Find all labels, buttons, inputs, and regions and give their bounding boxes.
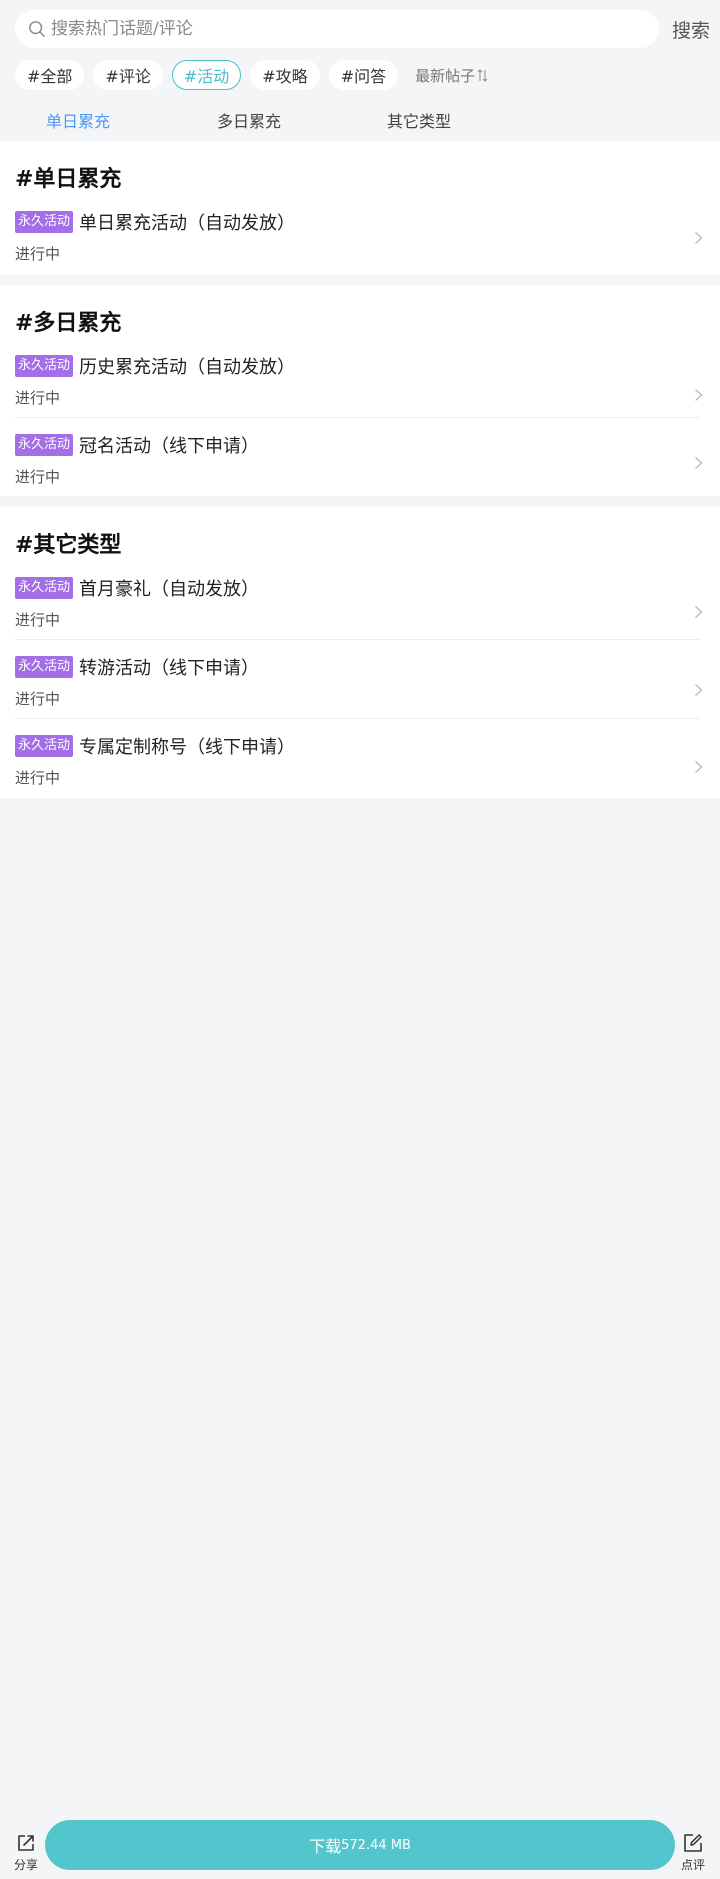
chevron-right-icon — [695, 683, 703, 697]
sort-arrows-icon — [477, 68, 488, 82]
item-title: 首月豪礼（自动发放） — [79, 579, 260, 600]
permanent-badge: 永久活动 — [15, 656, 74, 678]
section-title: #其它类型 — [15, 533, 122, 558]
item-status: 进行中 — [15, 245, 61, 263]
permanent-badge: 永久活动 — [15, 211, 74, 233]
permanent-badge: 永久活动 — [15, 735, 74, 757]
permanent-badge: 永久活动 — [15, 355, 74, 377]
divider — [15, 639, 700, 640]
category-tabs: 单日累充 多日累充 其它类型 — [0, 108, 720, 134]
item-title: 历史累充活动（自动发放） — [79, 357, 296, 378]
section-single-day: #单日累充 永久活动 单日累充活动（自动发放） 进行中 — [0, 141, 720, 275]
item-status: 进行中 — [15, 389, 61, 407]
search-input[interactable] — [51, 19, 631, 39]
share-icon — [18, 1835, 34, 1851]
item-title: 冠名活动（线下申请） — [79, 436, 260, 457]
chevron-right-icon — [695, 231, 703, 245]
share-button[interactable]: 分享 — [6, 1832, 46, 1873]
tag-comments[interactable]: #评论 — [93, 60, 163, 90]
item-status: 进行中 — [15, 769, 61, 787]
item-status: 进行中 — [15, 690, 61, 708]
list-item[interactable]: 永久活动 专属定制称号（线下申请） 进行中 — [0, 727, 720, 797]
tab-multi-day[interactable]: 多日累充 — [217, 108, 281, 132]
search-button[interactable]: 搜索 — [672, 16, 710, 43]
permanent-badge: 永久活动 — [15, 577, 74, 599]
download-size: 572.44 MB — [341, 1837, 411, 1853]
tab-single-day[interactable]: 单日累充 — [46, 108, 110, 132]
review-button[interactable]: 点评 — [673, 1832, 713, 1873]
sort-toggle[interactable]: 最新帖子 — [415, 65, 488, 86]
tag-qa[interactable]: #问答 — [328, 60, 399, 90]
divider — [15, 718, 700, 719]
item-status: 进行中 — [15, 468, 61, 486]
item-title: 单日累充活动（自动发放） — [79, 213, 296, 234]
tab-other-types[interactable]: 其它类型 — [387, 108, 451, 132]
chevron-right-icon — [695, 605, 703, 619]
bottom-action-bar: 分享 下载 572.44 MB 点评 — [0, 1818, 720, 1879]
share-label: 分享 — [13, 1858, 38, 1872]
section-title: #多日累充 — [15, 311, 122, 336]
edit-icon — [684, 1834, 702, 1852]
chevron-right-icon — [695, 456, 703, 470]
divider — [15, 417, 700, 418]
item-title: 转游活动（线下申请） — [79, 658, 260, 679]
item-status: 进行中 — [15, 611, 61, 629]
search-bar: 搜索 — [15, 10, 710, 48]
permanent-badge: 永久活动 — [15, 434, 74, 456]
list-item[interactable]: 永久活动 转游活动（线下申请） 进行中 — [0, 648, 720, 718]
download-button[interactable]: 下载 572.44 MB — [45, 1820, 675, 1870]
chevron-right-icon — [695, 388, 703, 402]
list-item[interactable]: 永久活动 单日累充活动（自动发放） 进行中 — [0, 203, 720, 273]
section-multi-day: #多日累充 永久活动 历史累充活动（自动发放） 进行中 永久活动 冠名活动（线下… — [0, 285, 720, 496]
search-box[interactable] — [15, 10, 659, 48]
list-item[interactable]: 永久活动 首月豪礼（自动发放） 进行中 — [0, 569, 720, 639]
sort-label: 最新帖子 — [415, 66, 476, 85]
section-title: #单日累充 — [15, 167, 122, 192]
list-item[interactable]: 永久活动 冠名活动（线下申请） 进行中 — [0, 426, 720, 496]
section-other-types: #其它类型 永久活动 首月豪礼（自动发放） 进行中 永久活动 转游活动（线下申请… — [0, 507, 720, 798]
tag-guides[interactable]: #攻略 — [250, 60, 320, 90]
chevron-right-icon — [695, 760, 703, 774]
search-icon — [29, 21, 45, 37]
download-label: 下载 — [309, 1837, 342, 1856]
list-item[interactable]: 永久活动 历史累充活动（自动发放） 进行中 — [0, 347, 720, 417]
filter-tags: #全部 #评论 #活动 #攻略 #问答 最新帖子 — [15, 59, 488, 91]
tag-activities[interactable]: #活动 — [171, 60, 242, 90]
tag-all[interactable]: #全部 — [15, 60, 85, 90]
item-title: 专属定制称号（线下申请） — [79, 737, 296, 758]
review-label: 点评 — [680, 1858, 705, 1872]
